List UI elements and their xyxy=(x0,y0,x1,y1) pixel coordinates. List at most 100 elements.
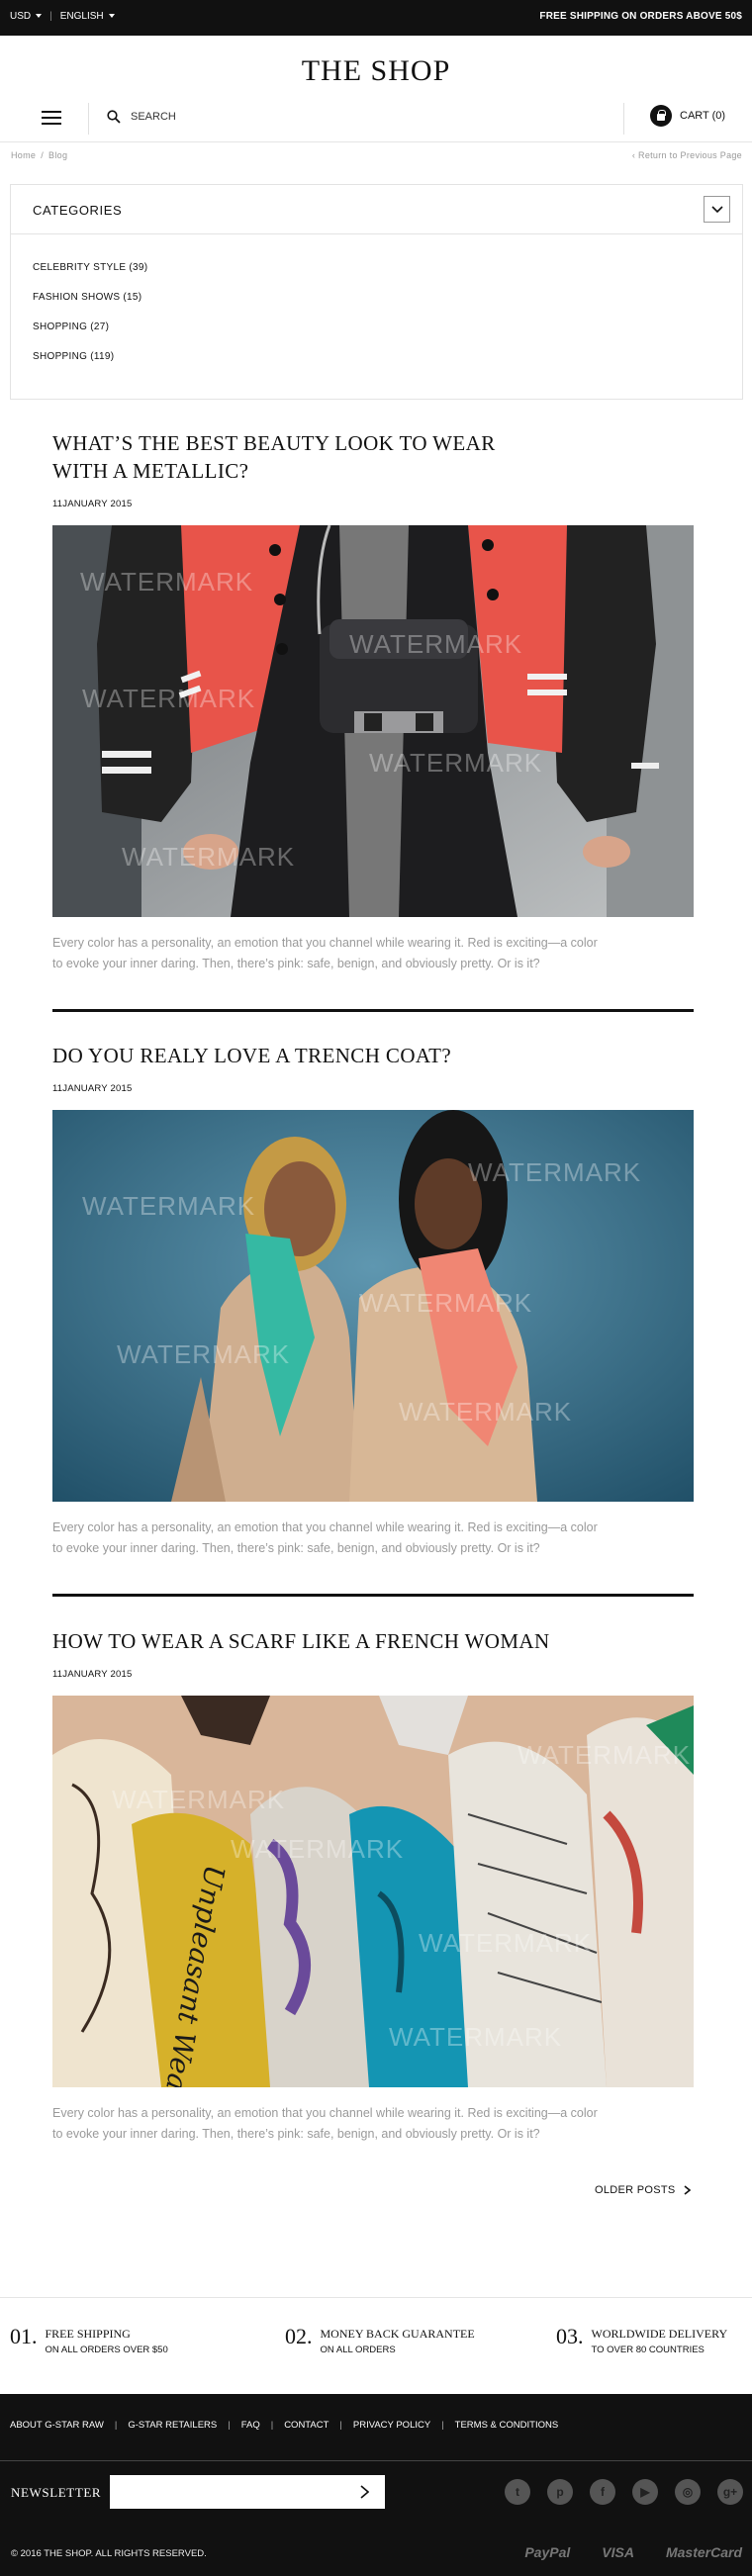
chevron-down-icon xyxy=(711,206,723,214)
menu-icon[interactable] xyxy=(42,111,61,127)
search-icon xyxy=(107,110,121,124)
post-image-scarves[interactable]: Unpleasant Weather WATERMARK WATERMARK W… xyxy=(52,1696,694,2087)
chevron-right-icon xyxy=(684,2185,691,2195)
divider xyxy=(0,2460,752,2461)
payment-methods: PayPal VISA MasterCard xyxy=(524,2544,742,2560)
post-title[interactable]: HOW TO WEAR A SCARF LIKE A FRENCH WOMAN xyxy=(52,1627,694,1655)
blog-post: DO YOU REALY LOVE A TRENCH COAT? 11JANUA… xyxy=(52,1042,694,1559)
post-title[interactable]: WHAT’S THE BEST BEAUTY LOOK TO WEAR WITH … xyxy=(52,429,694,485)
footer-link[interactable]: CONTACT xyxy=(284,2420,329,2431)
categories-header: CATEGORIES xyxy=(11,185,742,234)
categories-toggle[interactable] xyxy=(704,196,730,223)
top-bar: USD | ENGLISH FREE SHIPPING ON ORDERS AB… xyxy=(0,0,752,36)
feature-worldwide-delivery: 03. WORLDWIDE DELIVERY TO OVER 80 COUNTRI… xyxy=(556,2324,728,2356)
post-image-handbag[interactable]: WATERMARK WATERMARK WATERMARK WATERMARK … xyxy=(52,525,694,917)
watermark: WATERMARK xyxy=(82,684,256,713)
categories-title: CATEGORIES xyxy=(33,203,123,218)
submit-arrow-icon[interactable] xyxy=(360,2485,369,2499)
copyright: © 2016 THE SHOP. ALL RIGHTS RESERVED. xyxy=(11,2548,207,2559)
pinterest-icon[interactable]: p xyxy=(547,2479,573,2505)
post-title[interactable]: DO YOU REALY LOVE A TRENCH COAT? xyxy=(52,1042,694,1069)
currency-label: USD xyxy=(10,11,32,22)
category-item[interactable]: SHOPPING (119) xyxy=(33,351,147,363)
back-link[interactable]: ‹ Return to Previous Page xyxy=(632,150,742,160)
newsletter-email-field[interactable] xyxy=(110,2475,385,2509)
youtube-icon[interactable]: ▶ xyxy=(632,2479,658,2505)
feature-title: WORLDWIDE DELIVERY xyxy=(591,2327,728,2341)
divider xyxy=(623,103,624,135)
feature-free-shipping: 01. FREE SHIPPING ON ALL ORDERS OVER $50 xyxy=(10,2324,168,2356)
paypal-logo: PayPal xyxy=(524,2544,571,2560)
watermark: WATERMARK xyxy=(419,1928,593,1958)
language-label: ENGLISH xyxy=(59,11,104,22)
feature-money-back: 02. MONEY BACK GUARANTEE ON ALL ORDERS xyxy=(285,2324,475,2356)
watermark: WATERMARK xyxy=(82,1191,256,1221)
footer-links: ABOUT G-STAR RAW | G-STAR RETAILERS | FAQ |… xyxy=(10,2420,559,2431)
categories-list: CELEBRITY STYLE (39) FASHION SHOWS (15) … xyxy=(33,262,147,381)
feature-number: 01. xyxy=(10,2324,38,2348)
chevron-down-icon xyxy=(36,14,43,19)
social-links: t p f ▶ ◎ g+ xyxy=(505,2479,743,2505)
watermark: WATERMARK xyxy=(231,1834,405,1864)
feature-number: 03. xyxy=(556,2324,584,2348)
breadcrumb-blog[interactable]: Blog xyxy=(48,150,67,160)
post-image-trench-coat[interactable]: WATERMARK WATERMARK WATERMARK WATERMARK … xyxy=(52,1110,694,1502)
post-excerpt: Every color has a personality, an emotio… xyxy=(52,2106,598,2141)
shipping-notice: FREE SHIPPING ON ORDERS ABOVE 50$ xyxy=(539,11,742,22)
breadcrumb: Home / Blog xyxy=(11,150,68,160)
divider: | xyxy=(49,11,52,22)
facebook-icon[interactable]: f xyxy=(590,2479,615,2505)
mastercard-logo: MasterCard xyxy=(665,2544,742,2560)
post-excerpt: Every color has a personality, an emotio… xyxy=(52,936,598,970)
footer-link[interactable]: ABOUT G-STAR RAW xyxy=(10,2420,104,2431)
footer-link[interactable]: PRIVACY POLICY xyxy=(353,2420,430,2431)
watermark: WATERMARK xyxy=(389,2022,563,2052)
search-button[interactable]: SEARCH xyxy=(107,110,176,124)
feature-subtitle: ON ALL ORDERS OVER $50 xyxy=(45,2345,168,2355)
footer-link[interactable]: G-STAR RETAILERS xyxy=(128,2420,217,2431)
footer: ABOUT G-STAR RAW | G-STAR RETAILERS | FAQ |… xyxy=(0,2394,752,2576)
post-date: 11JANUARY 2015 xyxy=(52,499,133,509)
newsletter-label: NEWSLETTER xyxy=(11,2485,102,2500)
twitter-icon[interactable]: t xyxy=(505,2479,530,2505)
feature-subtitle: TO OVER 80 COUNTRIES xyxy=(591,2345,705,2355)
features-bar: 01. FREE SHIPPING ON ALL ORDERS OVER $50 … xyxy=(0,2297,752,2394)
main-nav: SEARCH CART (0) xyxy=(0,99,752,142)
instagram-icon[interactable]: ◎ xyxy=(675,2479,701,2505)
watermark: WATERMARK xyxy=(112,1785,286,1814)
watermark: WATERMARK xyxy=(117,1339,291,1369)
watermark: WATERMARK xyxy=(369,748,543,778)
post-date: 11JANUARY 2015 xyxy=(52,1669,133,1680)
footer-link[interactable]: TERMS & CONDITIONS xyxy=(455,2420,559,2431)
breadcrumb-home[interactable]: Home xyxy=(11,150,36,160)
watermark: WATERMARK xyxy=(122,842,296,872)
footer-link[interactable]: FAQ xyxy=(241,2420,260,2431)
language-selector[interactable]: ENGLISH xyxy=(60,11,115,22)
watermark: WATERMARK xyxy=(359,1288,533,1318)
site-logo[interactable]: THE SHOP xyxy=(0,54,752,88)
search-label: SEARCH xyxy=(131,111,176,123)
watermark: WATERMARK xyxy=(468,1157,642,1187)
feature-title: MONEY BACK GUARANTEE xyxy=(320,2327,475,2341)
cart-button[interactable]: CART (0) xyxy=(650,105,725,127)
category-item[interactable]: FASHION SHOWS (15) xyxy=(33,292,147,304)
google-plus-icon[interactable]: g+ xyxy=(717,2479,743,2505)
feature-title: FREE SHIPPING xyxy=(45,2327,131,2341)
older-posts-label: OLDER POSTS xyxy=(595,2184,676,2196)
older-posts-link[interactable]: OLDER POSTS xyxy=(595,2184,691,2196)
watermark: WATERMARK xyxy=(80,567,254,597)
category-item[interactable]: CELEBRITY STYLE (39) xyxy=(33,262,147,274)
watermark: WATERMARK xyxy=(517,1740,692,1770)
watermark: WATERMARK xyxy=(349,629,523,659)
post-excerpt: Every color has a personality, an emotio… xyxy=(52,1520,598,1555)
post-divider xyxy=(52,1594,694,1597)
cart-label: CART (0) xyxy=(680,110,726,122)
post-divider xyxy=(52,1009,694,1012)
watermark: WATERMARK xyxy=(399,1397,573,1426)
divider xyxy=(88,103,89,135)
category-item[interactable]: SHOPPING (27) xyxy=(33,322,147,333)
feature-number: 02. xyxy=(285,2324,313,2348)
blog-post: HOW TO WEAR A SCARF LIKE A FRENCH WOMAN … xyxy=(52,1627,694,2145)
currency-selector[interactable]: USD xyxy=(10,11,43,22)
back-link-label: Return to Previous Page xyxy=(638,150,742,160)
